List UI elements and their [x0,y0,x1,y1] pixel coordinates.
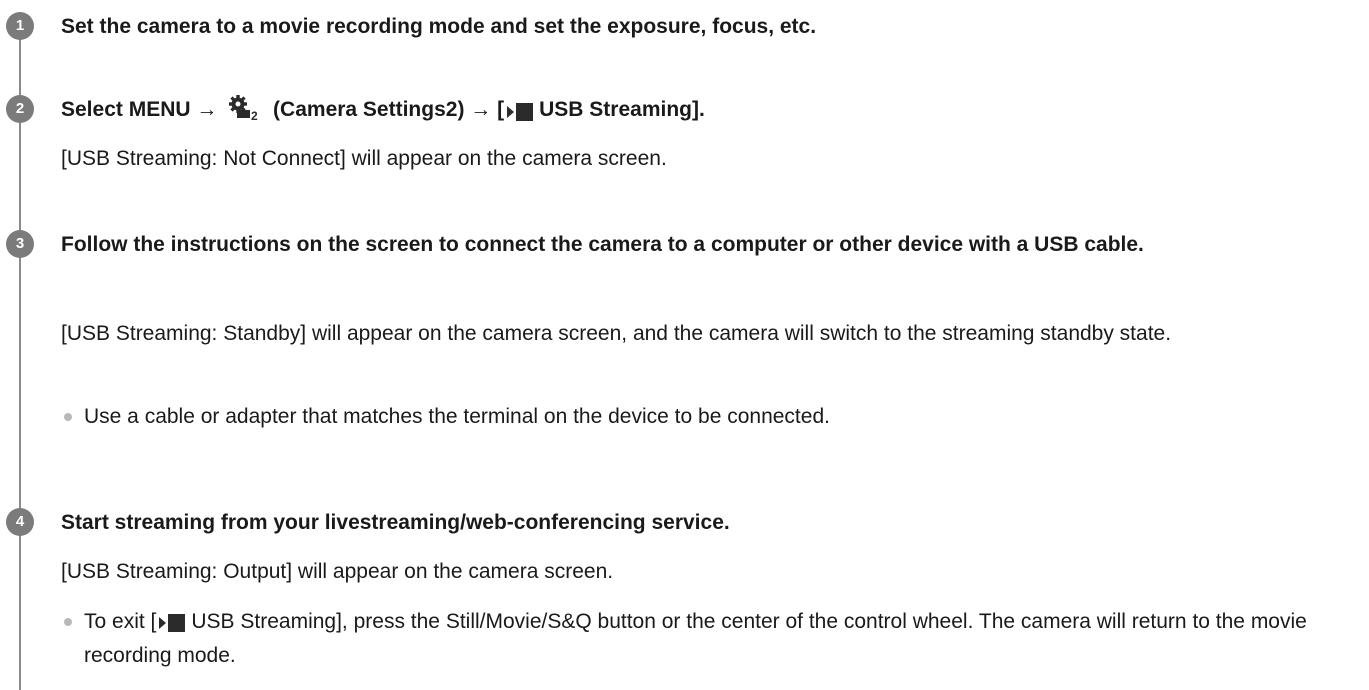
procedure-steps: 1 Set the camera to a movie recording mo… [0,0,1369,690]
step-note-item: Use a cable or adapter that matches the … [62,400,1342,434]
step-number-badge: 3 [6,230,34,258]
step-title: Follow the instructions on the screen to… [61,233,1144,256]
step-title: Select MENU → 2 (Camera Settings2) → [U… [61,92,1351,127]
bullet-dot [64,618,72,626]
bullet-dot [64,413,72,421]
step-title-prefix: Select MENU → [61,98,224,121]
step-number-badge: 4 [6,508,34,536]
step-title-suffix: USB Streaming]. [539,98,705,121]
step-note-item: To exit [ USB Streaming], press the Stil… [62,605,1342,673]
movie-icon [159,610,186,633]
step-note-text: Use a cable or adapter that matches the … [84,405,830,428]
step-note-suffix: USB Streaming], press the Still/Movie/S&… [84,610,1307,667]
movie-icon [507,98,534,122]
step-description: [USB Streaming: Not Connect] will appear… [61,147,667,170]
step-number-badge: 1 [6,12,34,40]
camera-settings-2-icon: 2 [229,95,261,123]
step-note-prefix: To exit [ [84,610,157,633]
step-title: Set the camera to a movie recording mode… [61,15,817,38]
step-description: [USB Streaming: Output] will appear on t… [61,560,614,583]
step-number-badge: 2 [6,95,34,123]
svg-text:2: 2 [251,109,258,121]
step-title: Start streaming from your livestreaming/… [61,511,730,534]
step-title-middle: (Camera Settings2) → [ [267,98,505,121]
step-description: [USB Streaming: Standby] will appear on … [61,322,1172,345]
